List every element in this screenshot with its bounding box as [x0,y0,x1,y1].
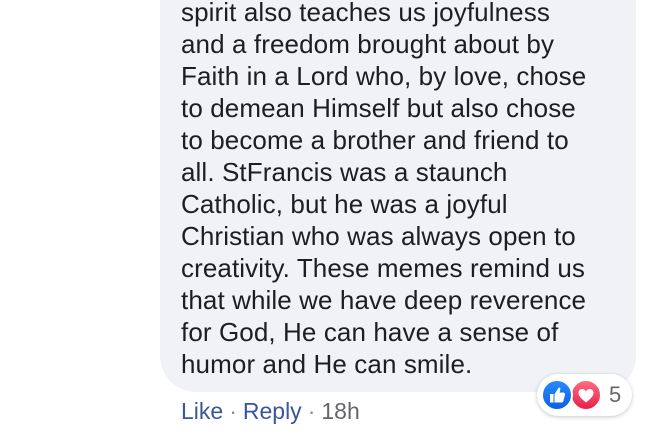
comment-text-line: all. StFrancis was a staunch [181,157,508,187]
comment-text-line: and a freedom brought about by [181,29,555,59]
comment-text-line: Faith in a Lord who, by love, chose [181,61,587,91]
comment-view: spirit also teaches us joyfulness and a … [0,0,656,438]
comment-text-line: Catholic, but he was a joyful [181,189,508,219]
comment-text: spirit also teaches us joyfulness and a … [181,0,586,380]
comment-text-line: humor and He can smile. [181,349,473,379]
comment-text-line: to demean Himself but also chose [181,93,576,123]
comment-text-line: that while we have deep reverence [181,285,587,315]
reply-link[interactable]: Reply [243,398,302,424]
like-link[interactable]: Like [181,398,223,424]
comment-text-line: for God, He can have a sense of [181,317,559,347]
separator-dot: · [307,398,316,424]
separator-dot: · [229,398,237,424]
love-icon [570,379,602,411]
timestamp-link[interactable]: 18h [321,398,359,424]
comment-text-line: Christian who was always open to [181,221,576,251]
comment-text-line: to become a brother and friend to [181,125,569,155]
like-icon [541,379,573,411]
comment-text-line: spirit also teaches us joyfulness [181,0,550,27]
reactions-summary[interactable]: 5 [537,374,632,416]
reaction-count: 5 [609,382,622,407]
comment-actions: Like · Reply · 18h [181,396,360,426]
comment-text-line: creativity. These memes remind us [181,253,586,283]
